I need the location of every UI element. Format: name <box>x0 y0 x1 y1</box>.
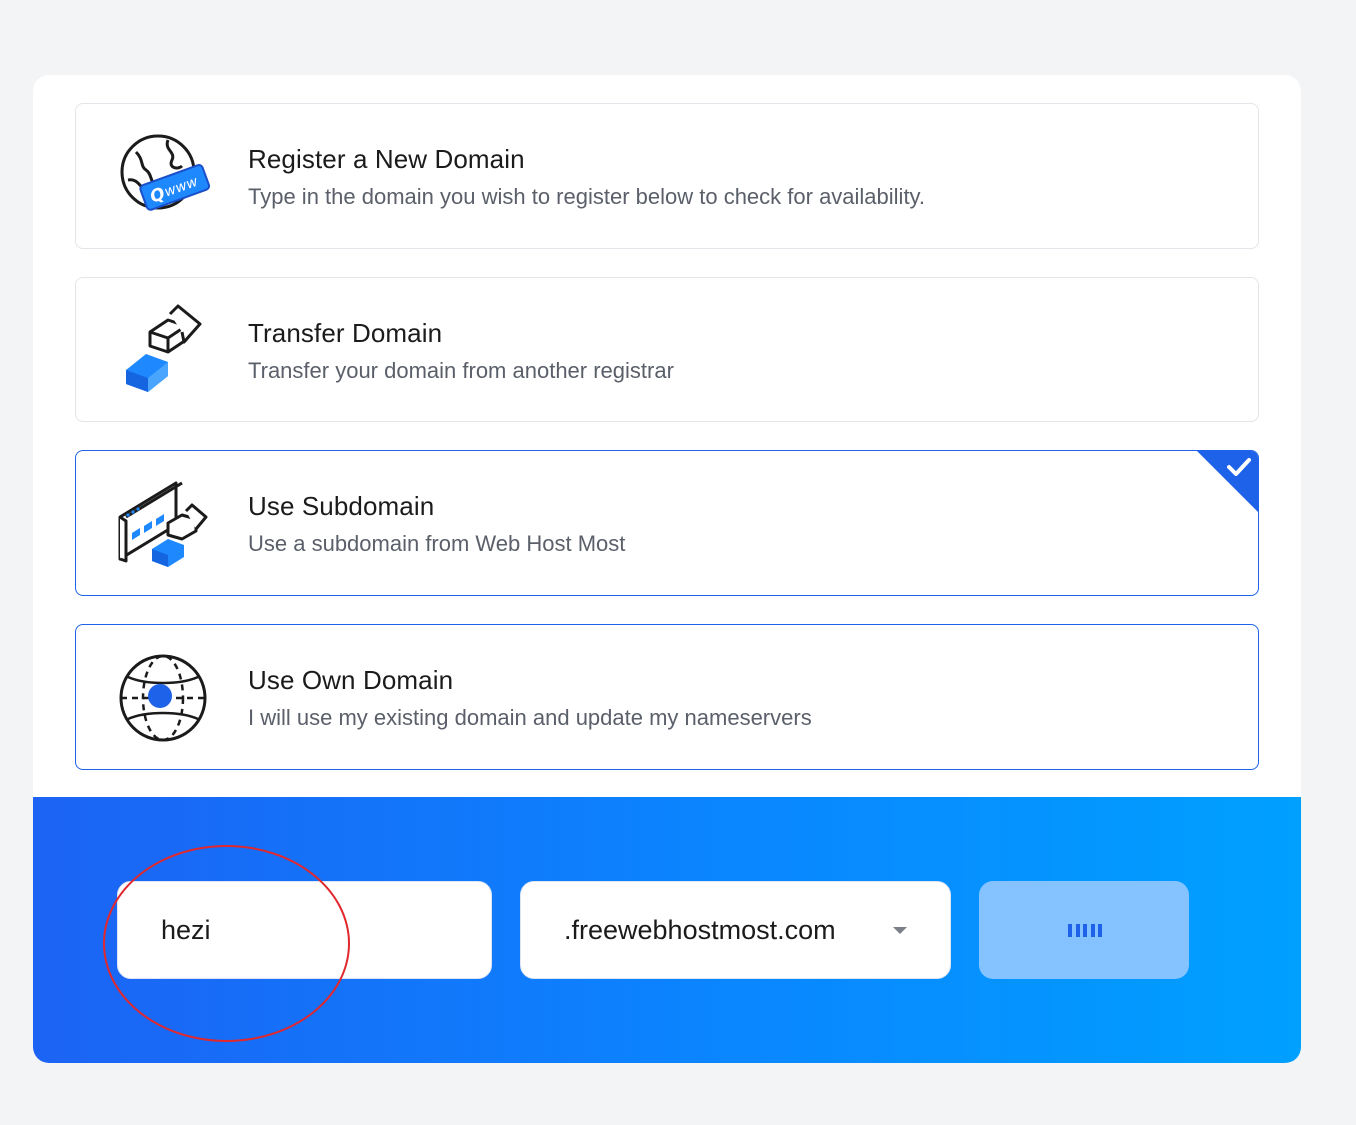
option-title: Use Own Domain <box>248 665 454 695</box>
loading-spinner-icon <box>1068 924 1102 937</box>
globe-target-icon <box>119 654 207 742</box>
domain-choice-card: Q www Register a New Domain Type in the … <box>33 75 1301 1063</box>
option-title: Register a New Domain <box>248 144 525 174</box>
option-use-subdomain[interactable]: Use Subdomain Use a subdomain from Web H… <box>75 450 1259 596</box>
selected-check-icon <box>1197 451 1258 512</box>
option-description: Use a subdomain from Web Host Most <box>248 531 626 556</box>
option-title: Transfer Domain <box>248 318 443 348</box>
option-description: Transfer your domain from another regist… <box>248 358 674 383</box>
submit-button[interactable] <box>979 881 1189 979</box>
option-description: Type in the domain you wish to register … <box>248 184 926 209</box>
transfer-arrow-icon <box>126 304 202 392</box>
globe-www-search-icon: Q www <box>120 134 210 211</box>
option-register-new-domain[interactable]: Q www Register a New Domain Type in the … <box>75 103 1259 249</box>
option-use-own-domain[interactable]: Use Own Domain I will use my existing do… <box>75 624 1259 770</box>
browser-window-arrow-icon <box>118 481 208 567</box>
subdomain-form-panel: .freewebhostmost.com <box>33 797 1301 1063</box>
option-description: I will use my existing domain and update… <box>248 705 812 730</box>
option-transfer-domain[interactable]: Transfer Domain Transfer your domain fro… <box>75 277 1259 422</box>
tld-selected-value: .freewebhostmost.com <box>564 915 836 945</box>
chevron-down-icon <box>893 927 907 934</box>
tld-select[interactable]: .freewebhostmost.com <box>520 881 951 979</box>
option-title: Use Subdomain <box>248 491 435 521</box>
subdomain-input[interactable] <box>117 881 492 979</box>
